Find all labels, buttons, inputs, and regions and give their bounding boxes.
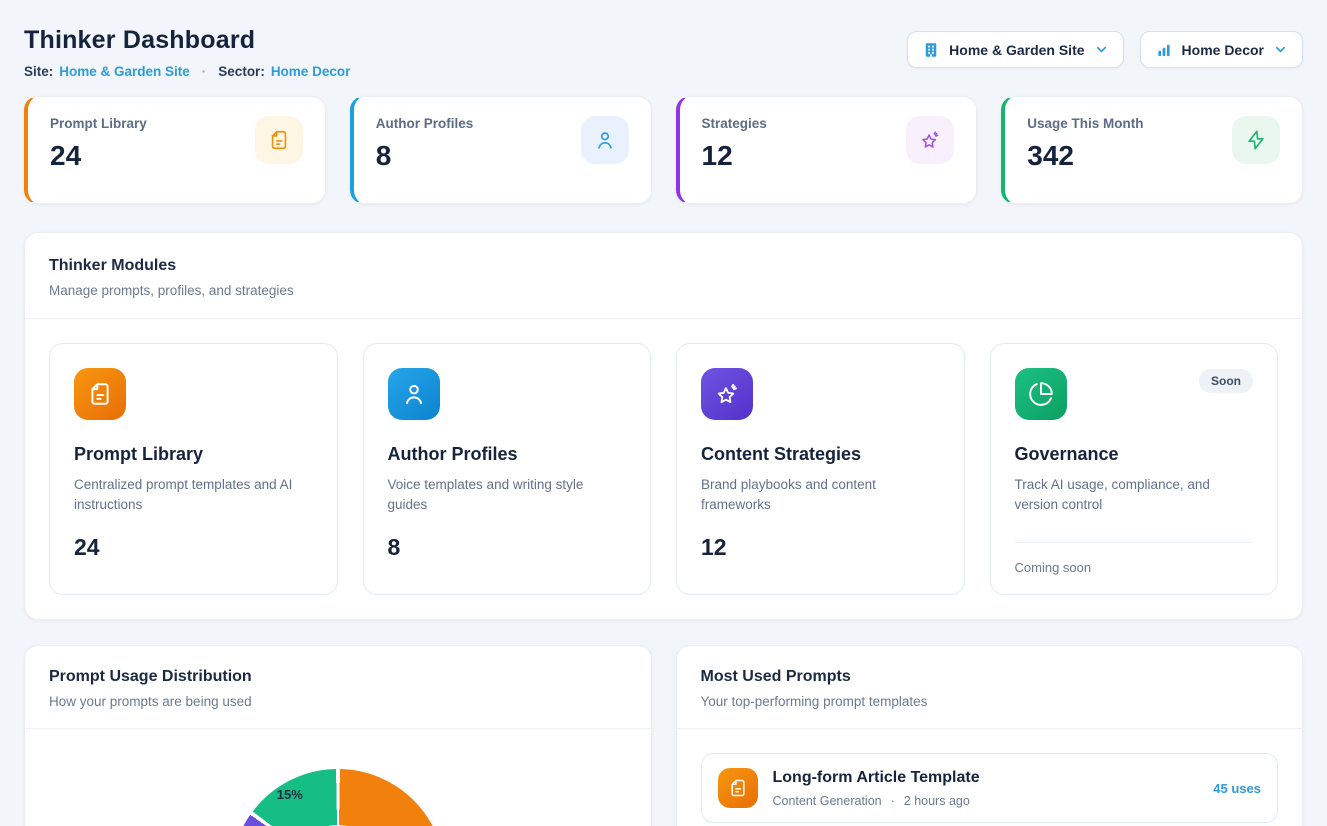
module-card-content-strategies[interactable]: Content Strategies Brand playbooks and c… [676,343,965,595]
sparkle-star-icon [906,116,954,164]
usage-card-header: Prompt Usage Distribution How your promp… [25,646,651,729]
usage-card-subtitle: How your prompts are being used [49,694,627,709]
module-count: 8 [388,534,627,561]
module-card-prompt-library[interactable]: Prompt Library Centralized prompt templa… [49,343,338,595]
sector-label: Sector: [218,64,265,79]
bar-chart-icon [1155,41,1173,59]
prompt-list-item[interactable]: Long-form Article Template Content Gener… [701,753,1279,823]
stat-card-prompt-library: Prompt Library 24 [24,96,326,204]
stat-value: 24 [50,140,147,172]
stat-label: Strategies [702,116,767,131]
donut-chart-area: 15% [25,729,651,826]
sector-link[interactable]: Home Decor [271,64,351,79]
modules-grid: Prompt Library Centralized prompt templa… [25,319,1302,619]
user-icon [388,368,440,420]
prompt-uses-count: 45 uses [1213,781,1261,796]
module-description: Voice templates and writing style guides [388,475,627,515]
stat-card-author-profiles: Author Profiles 8 [350,96,652,204]
prompts-card-title: Most Used Prompts [701,668,1279,686]
stat-label: Prompt Library [50,116,147,131]
module-title: Content Strategies [701,444,940,465]
site-selector-dropdown[interactable]: Home & Garden Site [907,31,1123,68]
prompts-card-subtitle: Your top-performing prompt templates [701,694,1279,709]
stat-text: Author Profiles 8 [376,116,474,184]
module-card-governance: Soon Governance Track AI usage, complian… [990,343,1279,595]
prompt-item-meta: Content Generation · 2 hours ago [773,794,1202,808]
module-title: Prompt Library [74,444,313,465]
sector-selector-dropdown[interactable]: Home Decor [1140,31,1303,68]
dashboard-page: Thinker Dashboard Site: Home & Garden Si… [0,0,1327,826]
stat-card-usage: Usage This Month 342 [1001,96,1303,204]
sparkle-star-icon [701,368,753,420]
site-link[interactable]: Home & Garden Site [59,64,190,79]
modules-panel-header: Thinker Modules Manage prompts, profiles… [25,233,1302,319]
donut-segment-label: 15% [267,787,313,802]
stat-label: Usage This Month [1027,116,1143,131]
zap-icon [1232,116,1280,164]
prompt-category: Content Generation [773,794,882,808]
module-count: 12 [701,534,940,561]
usage-card-title: Prompt Usage Distribution [49,668,627,686]
stat-text: Usage This Month 342 [1027,116,1143,184]
prompt-item-text: Long-form Article Template Content Gener… [773,769,1202,808]
stat-value: 8 [376,140,474,172]
coming-soon-text: Coming soon [1015,560,1254,575]
sector-selector-label: Home Decor [1182,42,1264,58]
pie-chart-icon [1015,368,1067,420]
module-description: Track AI usage, compliance, and version … [1015,475,1254,515]
chevron-down-icon [1094,42,1109,57]
page-header: Thinker Dashboard Site: Home & Garden Si… [24,26,1303,79]
file-text-icon [718,768,758,808]
module-count: 24 [74,534,313,561]
file-text-icon [74,368,126,420]
module-divider [1015,542,1254,543]
prompt-time: 2 hours ago [904,794,970,808]
stat-card-strategies: Strategies 12 [676,96,978,204]
bottom-row: Prompt Usage Distribution How your promp… [24,645,1303,826]
prompt-usage-card: Prompt Usage Distribution How your promp… [24,645,652,826]
separator-dot: · [891,794,895,808]
site-label: Site: [24,64,53,79]
stat-text: Strategies 12 [702,116,767,184]
modules-panel-subtitle: Manage prompts, profiles, and strategies [49,283,1278,298]
separator-dot: · [202,64,207,79]
module-description: Centralized prompt templates and AI inst… [74,475,313,515]
site-selector-label: Home & Garden Site [949,42,1084,58]
donut-chart: 15% [231,769,445,826]
module-title: Author Profiles [388,444,627,465]
chevron-down-icon [1273,42,1288,57]
stat-value: 12 [702,140,767,172]
file-text-icon [255,116,303,164]
stat-value: 342 [1027,140,1143,172]
prompt-item-title: Long-form Article Template [773,769,1202,787]
prompts-list: Long-form Article Template Content Gener… [677,729,1303,826]
prompts-card-header: Most Used Prompts Your top-performing pr… [677,646,1303,729]
thinker-modules-panel: Thinker Modules Manage prompts, profiles… [24,232,1303,620]
stat-label: Author Profiles [376,116,474,131]
stat-text: Prompt Library 24 [50,116,147,184]
header-titles: Thinker Dashboard Site: Home & Garden Si… [24,26,350,79]
most-used-prompts-card: Most Used Prompts Your top-performing pr… [676,645,1304,826]
page-title: Thinker Dashboard [24,26,350,55]
module-description: Brand playbooks and content frameworks [701,475,940,515]
module-card-author-profiles[interactable]: Author Profiles Voice templates and writ… [363,343,652,595]
header-selectors: Home & Garden Site Home Decor [907,31,1303,68]
building-icon [922,41,940,59]
user-icon [581,116,629,164]
site-sector-line: Site: Home & Garden Site · Sector: Home … [24,64,350,79]
module-title: Governance [1015,444,1254,465]
stats-row: Prompt Library 24 Author Profiles 8 [24,96,1303,204]
modules-panel-title: Thinker Modules [49,257,1278,275]
soon-badge: Soon [1199,369,1253,393]
